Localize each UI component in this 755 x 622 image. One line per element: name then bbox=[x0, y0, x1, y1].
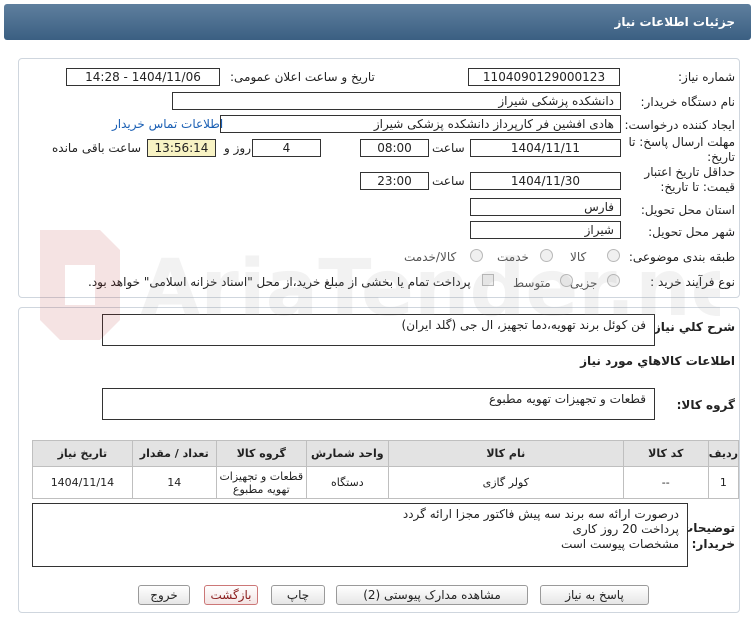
creator-label: ایجاد کننده درخواست: bbox=[624, 118, 735, 132]
view-attachments-button[interactable]: مشاهده مدارک پیوستی (2) bbox=[336, 585, 528, 605]
days-and-label: روز و bbox=[224, 141, 251, 155]
summary-label: شرح کلي نياز: bbox=[649, 320, 735, 334]
th-row-number: رديف bbox=[707, 440, 740, 467]
category-label: طبقه بندی موضوعی: bbox=[628, 250, 735, 264]
page-title: جزئیات اطلاعات نیاز bbox=[614, 15, 735, 29]
buyer-field: دانشکده پزشکی شیراز bbox=[172, 92, 621, 110]
reply-time-label: ساعت bbox=[432, 141, 465, 155]
city-field: شیراز bbox=[470, 221, 621, 239]
category-goods-label: کالا bbox=[570, 250, 587, 264]
th-goods-group: گروه کالا bbox=[215, 440, 307, 467]
category-goods-service-radio[interactable] bbox=[470, 249, 483, 262]
notes-line: پرداخت 20 روز کاری bbox=[572, 522, 679, 536]
days-remaining-field: 4 bbox=[252, 139, 321, 157]
validity-date-field: 1404/11/30 bbox=[470, 172, 621, 190]
process-medium-radio[interactable] bbox=[560, 274, 573, 287]
th-need-date: تاریخ نیاز bbox=[32, 440, 133, 467]
goods-group-field: قطعات و تجهیزات تهویه مطبوع bbox=[102, 388, 655, 420]
table-row: 1 -- کولر گازی دستگاه قطعات و تجهیزات ته… bbox=[32, 466, 740, 499]
province-field: فارس bbox=[470, 198, 621, 216]
summary-field: فن کوئل برند تهویه،دما تجهیز، ال جی (گلد… bbox=[102, 314, 655, 346]
cell-unit: دستگاه bbox=[305, 466, 389, 499]
th-item-name: نام کالا bbox=[387, 440, 624, 467]
creator-field: هادی افشین فر کارپرداز دانشکده پزشکی شیر… bbox=[220, 115, 621, 133]
items-table-wrapper: رديف کد کالا نام کالا واحد شمارش گروه کا… bbox=[32, 440, 740, 499]
reply-time-field: 08:00 bbox=[360, 139, 429, 157]
remaining-time-label: ساعت باقی مانده bbox=[52, 141, 142, 155]
print-button[interactable]: چاپ bbox=[271, 585, 325, 605]
th-item-code: کد کالا bbox=[622, 440, 709, 467]
category-service-radio[interactable] bbox=[540, 249, 553, 262]
goods-section-title: اطلاعات کالاهاي مورد نياز bbox=[580, 354, 735, 368]
cell-item-name: کولر گازی bbox=[387, 466, 624, 499]
table-header-row: رديف کد کالا نام کالا واحد شمارش گروه کا… bbox=[32, 440, 740, 467]
category-goods-radio[interactable] bbox=[607, 249, 620, 262]
category-goods-service-label: کالا/خدمت bbox=[404, 250, 457, 264]
reply-deadline-label: مهلت ارسال پاسخ: تا تاریخ: bbox=[628, 135, 735, 164]
goods-group-label: گروه کالا: bbox=[676, 398, 735, 412]
process-medium-label: متوسط bbox=[513, 276, 551, 290]
price-validity-label: حداقل تاریخ اعتبار قیمت: تا تاریخ: bbox=[644, 165, 735, 194]
process-minor-label: جزیی bbox=[570, 276, 598, 290]
process-type-label: نوع فرآیند خرید : bbox=[650, 275, 735, 289]
remaining-time-field: 13:56:14 bbox=[147, 139, 216, 157]
validity-time-field: 23:00 bbox=[360, 172, 429, 190]
buyer-contact-link[interactable]: اطلاعات تماس خریدار bbox=[112, 117, 223, 131]
back-button[interactable]: بازگشت bbox=[204, 585, 258, 605]
notes-line: مشخصات پیوست است bbox=[560, 537, 679, 551]
exit-button[interactable]: خروج bbox=[138, 585, 190, 605]
announce-field: 1404/11/06 - 14:28 bbox=[66, 68, 220, 86]
cell-goods-group: قطعات و تجهیزات تهویه مطبوع bbox=[215, 466, 307, 499]
buyer-label: نام دستگاه خریدار: bbox=[640, 95, 736, 109]
need-number-label: شماره نیاز: bbox=[678, 70, 735, 84]
th-unit: واحد شمارش bbox=[305, 440, 389, 467]
cell-row-number: 1 bbox=[707, 466, 740, 499]
need-number-field: 1104090129000123 bbox=[468, 68, 620, 86]
validity-time-label: ساعت bbox=[432, 174, 465, 188]
notes-line: درصورت ارائه سه برند سه پیش فاکتور مجزا … bbox=[402, 507, 679, 521]
items-table: رديف کد کالا نام کالا واحد شمارش گروه کا… bbox=[32, 440, 740, 499]
category-service-label: خدمت bbox=[497, 250, 529, 264]
cell-need-date: 1404/11/14 bbox=[32, 466, 133, 499]
page-header: جزئیات اطلاعات نیاز bbox=[4, 4, 751, 40]
cell-quantity: 14 bbox=[131, 466, 217, 499]
treasury-bonds-checkbox[interactable] bbox=[482, 274, 494, 286]
cell-item-code: -- bbox=[622, 466, 709, 499]
buyer-notes-field: درصورت ارائه سه برند سه پیش فاکتور مجزا … bbox=[32, 503, 688, 567]
th-quantity: تعداد / مقدار bbox=[131, 440, 217, 467]
province-label: استان محل تحویل: bbox=[640, 203, 735, 217]
city-label: شهر محل تحویل: bbox=[648, 225, 735, 239]
process-minor-radio[interactable] bbox=[607, 274, 620, 287]
reply-button[interactable]: پاسخ به نیاز bbox=[540, 585, 649, 605]
announce-label: تاریخ و ساعت اعلان عمومی: bbox=[230, 70, 375, 84]
reply-date-field: 1404/11/11 bbox=[470, 139, 621, 157]
treasury-bonds-note: پرداخت تمام یا بخشی از مبلغ خرید،از محل … bbox=[88, 275, 471, 289]
